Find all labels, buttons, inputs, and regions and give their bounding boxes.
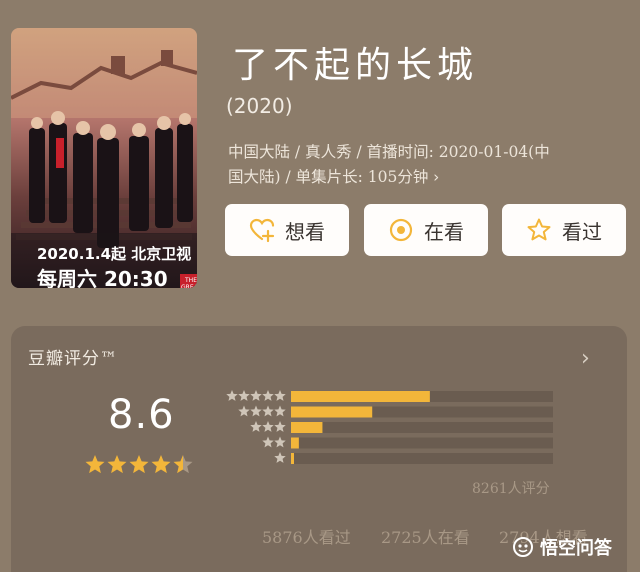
meta-line-2-text: 国大陆) / 单集片长: 105分钟 xyxy=(228,168,429,186)
distribution-star-icon xyxy=(262,390,274,401)
watched-label: 看过 xyxy=(562,219,602,244)
poster-time-text: 每周六 20:30 xyxy=(37,267,168,288)
release-year: (2020) xyxy=(226,94,293,118)
distribution-bar-3-star xyxy=(291,422,323,433)
page-title: 了不起的长城 xyxy=(232,45,479,86)
rating-star-icon xyxy=(151,455,171,474)
circle-dot-icon xyxy=(388,217,414,243)
rating-star-icon xyxy=(129,455,149,474)
wukong-logo-icon xyxy=(513,537,533,557)
distribution-star-labels xyxy=(226,390,286,463)
watching-label: 在看 xyxy=(424,219,464,244)
distribution-bar-5-star xyxy=(291,391,430,402)
distribution-star-icon xyxy=(226,390,238,401)
distribution-star-icon xyxy=(274,452,286,463)
meta-line-2: 国大陆) / 单集片长: 105分钟 › xyxy=(228,165,636,190)
distribution-star-icon xyxy=(238,405,250,417)
rating-star-icon xyxy=(173,455,193,474)
watermark: 悟空问答 xyxy=(512,534,612,560)
distribution-star-icon xyxy=(250,390,262,401)
chevron-right-icon[interactable]: › xyxy=(581,346,590,371)
distribution-star-icon xyxy=(250,421,262,432)
meta-line-1: 中国大陆 / 真人秀 / 首播时间: 2020-01-04(中 xyxy=(228,143,550,161)
watermark-text: 悟空问答 xyxy=(540,538,612,559)
distribution-star-icon xyxy=(274,436,286,448)
chevron-right-icon: › xyxy=(433,168,440,186)
rating-label: 豆瓣评分™ xyxy=(28,349,118,369)
distribution-star-icon xyxy=(250,405,262,417)
rating-star-icon xyxy=(85,455,105,474)
want-to-watch-button[interactable]: 想看 xyxy=(225,204,349,256)
watched-count: 5876人看过 xyxy=(262,528,351,547)
distribution-star-icon xyxy=(274,421,286,432)
heart-plus-icon xyxy=(249,217,275,243)
distribution-bar-track xyxy=(291,437,553,449)
poster-image[interactable]: 2020.1.4起 北京卫视 每周六 20:30 THE GREAT WALL xyxy=(11,28,197,288)
rating-distribution xyxy=(291,391,553,464)
rating-score: 8.6 xyxy=(108,392,175,438)
want-to-watch-label: 想看 xyxy=(285,219,325,244)
poster-date-text: 2020.1.4起 北京卫视 xyxy=(37,245,192,263)
star-outline-icon xyxy=(526,217,552,243)
poster-badge: THE GREAT WALL xyxy=(180,274,197,288)
distribution-bar-track xyxy=(291,453,553,464)
meta-info[interactable]: 中国大陆 / 真人秀 / 首播时间: 2020-01-04(中 国大陆) / 单… xyxy=(228,140,636,190)
distribution-star-icon xyxy=(262,436,274,448)
watching-button[interactable]: 在看 xyxy=(364,204,488,256)
distribution-bar-track xyxy=(291,422,553,433)
distribution-bar-4-star xyxy=(291,406,373,418)
distribution-bar-2-star xyxy=(291,437,299,449)
rating-count: 8261人评分 xyxy=(472,481,550,497)
rating-star-icon xyxy=(107,455,127,474)
distribution-star-icon xyxy=(262,405,274,417)
watched-button[interactable]: 看过 xyxy=(502,204,626,256)
distribution-star-icon xyxy=(262,421,274,432)
watching-count: 2725人在看 xyxy=(381,528,470,547)
distribution-star-icon xyxy=(274,405,286,417)
rating-stars xyxy=(85,455,193,474)
distribution-star-icon xyxy=(238,390,250,401)
distribution-bar-1-star xyxy=(291,453,294,464)
distribution-star-icon xyxy=(274,390,286,401)
